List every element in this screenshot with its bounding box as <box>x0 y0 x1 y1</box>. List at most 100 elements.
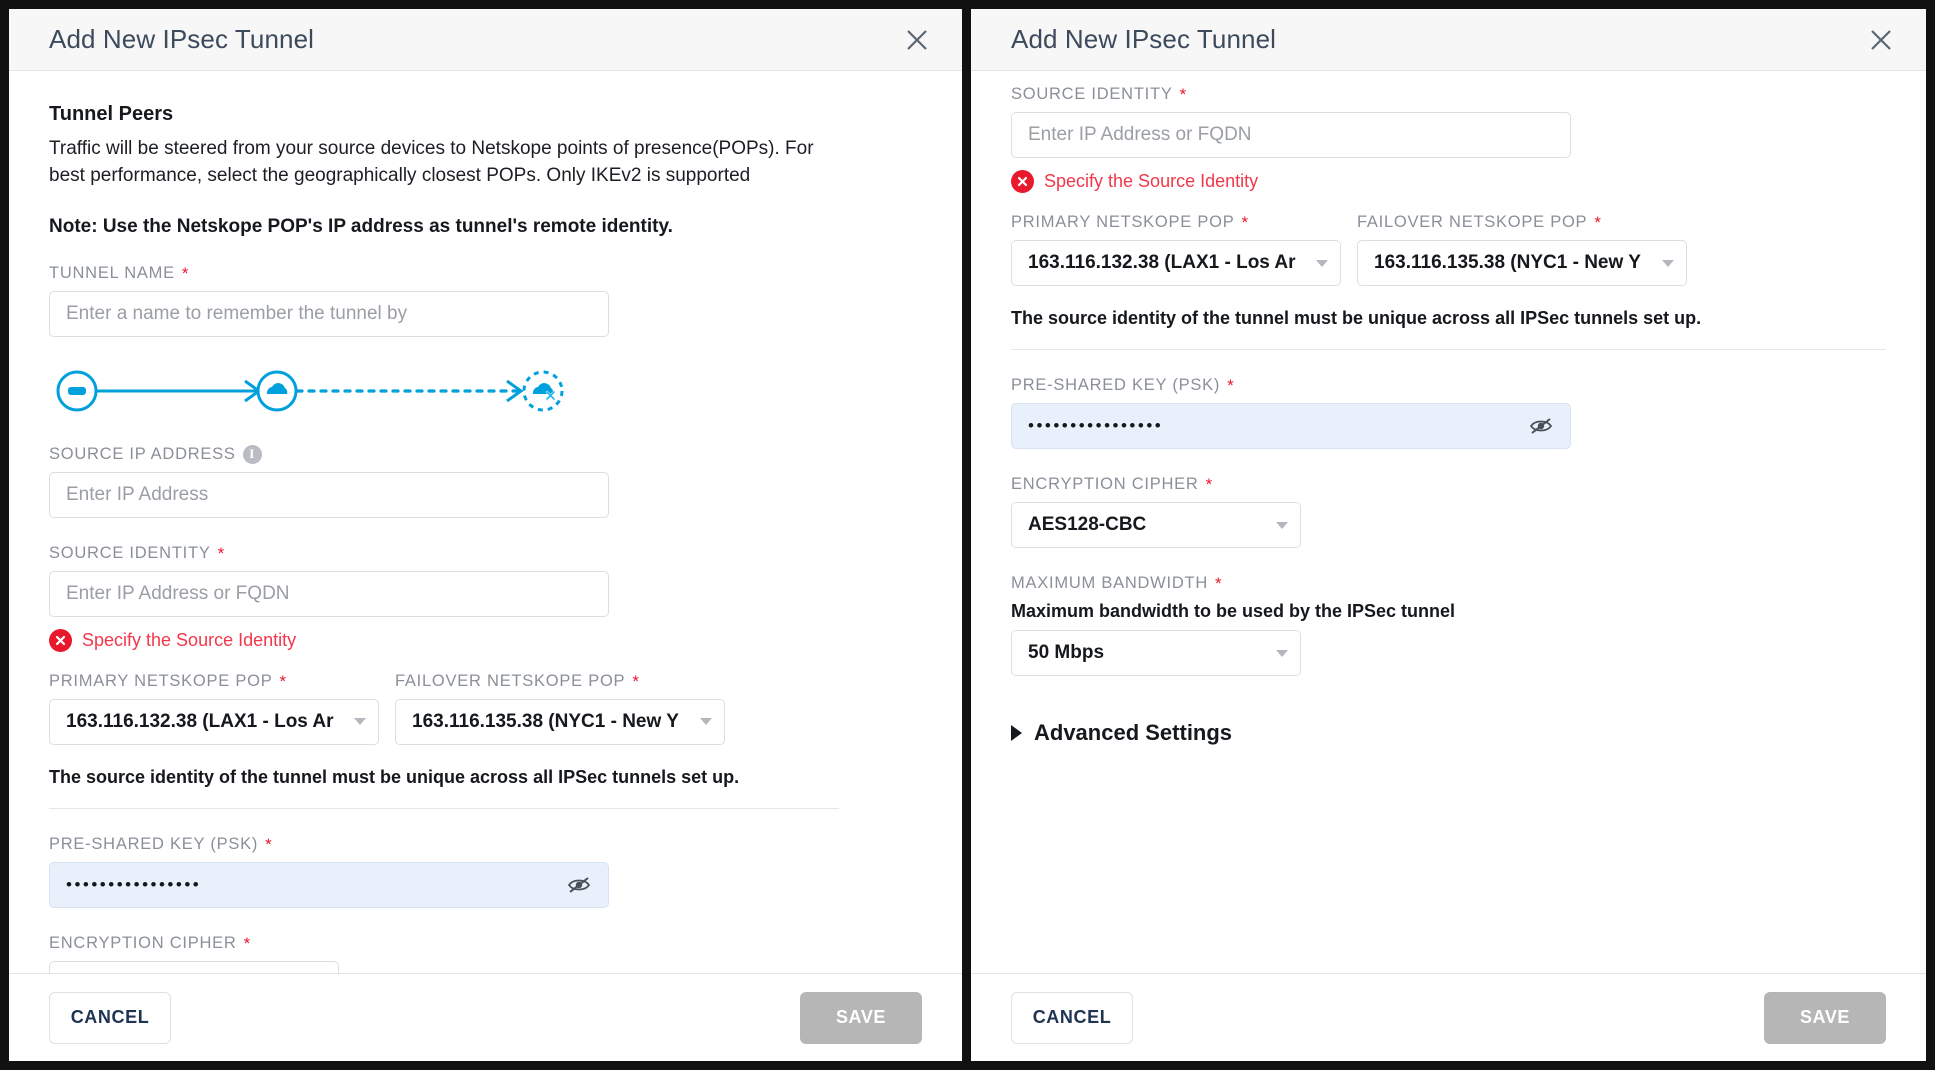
section-description: Traffic will be steered from your source… <box>49 138 814 186</box>
failover-pop-value: 163.116.135.38 (NYC1 - New Y <box>412 710 679 732</box>
chevron-down-icon <box>1316 259 1328 267</box>
field-psk: PRE-SHARED KEY (PSK) * •••••••••••••••• <box>1011 376 1886 449</box>
psk-masked-value: •••••••••••••••• <box>66 874 202 894</box>
required-asterisk: * <box>265 834 273 854</box>
cancel-button[interactable]: CANCEL <box>1011 991 1133 1044</box>
primary-pop-label-text: PRIMARY NETSKOPE POP <box>1011 213 1235 231</box>
primary-pop-select[interactable]: 163.116.132.38 (LAX1 - Los Ar <box>1011 240 1341 286</box>
tunnel-topology-diagram <box>49 363 922 419</box>
source-identity-input[interactable]: Enter IP Address or FQDN <box>49 570 609 617</box>
required-asterisk: * <box>1179 85 1187 104</box>
failover-pop-label: FAILOVER NETSKOPE POP * <box>1357 213 1687 232</box>
error-message: Specify the Source Identity <box>82 629 297 650</box>
chevron-down-icon <box>1662 259 1674 267</box>
unique-identity-note: The source identity of the tunnel must b… <box>49 766 740 787</box>
info-icon[interactable]: i <box>242 444 262 464</box>
primary-pop-label: PRIMARY NETSKOPE POP * <box>49 672 379 691</box>
advanced-settings-toggle[interactable]: Advanced Settings <box>1011 720 1886 746</box>
encryption-cipher-select[interactable]: AES128-CBC <box>1011 502 1301 548</box>
dialog-body-right[interactable]: TUNNEL NAME * Enter a name to remember t… <box>971 71 1926 973</box>
tunnel-name-label: TUNNEL NAME * <box>49 264 922 283</box>
ipsec-tunnel-dialog-right: Add New IPsec Tunnel TUNNEL NAME * Enter… <box>967 0 1935 1070</box>
close-icon[interactable] <box>1864 23 1898 57</box>
ipsec-tunnel-dialog-left: Add New IPsec Tunnel Tunnel Peers Traffi… <box>0 0 967 1070</box>
field-source-identity: SOURCE IDENTITY * Enter IP Address or FQ… <box>1011 85 1886 193</box>
field-tunnel-name: TUNNEL NAME * Enter a name to remember t… <box>49 264 922 337</box>
max-bandwidth-value: 50 Mbps <box>1028 642 1105 663</box>
required-asterisk: * <box>1227 376 1235 395</box>
encryption-cipher-label: ENCRYPTION CIPHER * <box>49 934 922 953</box>
dialog-title: Add New IPsec Tunnel <box>49 24 315 54</box>
source-ip-input[interactable]: Enter IP Address <box>49 471 609 518</box>
max-bandwidth-select[interactable]: 50 Mbps <box>1011 630 1301 676</box>
source-identity-error: Specify the Source Identity <box>1011 170 1886 193</box>
field-max-bandwidth: MAXIMUM BANDWIDTH * Maximum bandwidth to… <box>1011 574 1886 676</box>
encryption-cipher-label-text: ENCRYPTION CIPHER <box>1011 475 1199 493</box>
section-title-tunnel-peers: Tunnel Peers <box>49 103 174 125</box>
source-identity-label-text: SOURCE IDENTITY <box>49 543 211 562</box>
primary-pop-value: 163.116.132.38 (LAX1 - Los Ar <box>1028 252 1296 273</box>
save-button[interactable]: SAVE <box>800 991 922 1044</box>
max-bandwidth-label-text: MAXIMUM BANDWIDTH <box>1011 574 1208 592</box>
max-bandwidth-label: MAXIMUM BANDWIDTH * <box>1011 574 1886 593</box>
dialog-header-left: Add New IPsec Tunnel <box>9 9 962 71</box>
psk-label-text: PRE-SHARED KEY (PSK) <box>1011 376 1221 394</box>
failover-pop-value: 163.116.135.38 (NYC1 - New Y <box>1374 252 1641 273</box>
field-primary-pop: PRIMARY NETSKOPE POP * 163.116.132.38 (L… <box>1011 213 1341 286</box>
source-ip-label-text: SOURCE IP ADDRESS <box>49 444 236 463</box>
save-button[interactable]: SAVE <box>1764 991 1886 1044</box>
psk-input[interactable]: •••••••••••••••• <box>1011 403 1571 449</box>
primary-pop-select[interactable]: 163.116.132.38 (LAX1 - Los Ar <box>49 698 379 745</box>
primary-pop-label-text: PRIMARY NETSKOPE POP <box>49 671 273 690</box>
error-circle-x-icon <box>1011 170 1034 193</box>
encryption-cipher-select[interactable]: AES128-CBC <box>49 960 339 973</box>
close-icon[interactable] <box>900 23 934 57</box>
caret-right-icon <box>1011 725 1022 741</box>
dialog-footer-right: CANCEL SAVE <box>971 973 1926 1061</box>
max-bandwidth-description: Maximum bandwidth to be used by the IPSe… <box>1011 601 1456 621</box>
field-primary-pop: PRIMARY NETSKOPE POP * 163.116.132.38 (L… <box>49 672 379 745</box>
field-psk: PRE-SHARED KEY (PSK) * •••••••••••••••• <box>49 835 922 908</box>
screen: Add New IPsec Tunnel Tunnel Peers Traffi… <box>0 0 1935 1070</box>
tunnel-name-label-text: TUNNEL NAME <box>49 263 175 282</box>
encryption-cipher-label: ENCRYPTION CIPHER * <box>1011 475 1886 494</box>
field-encryption-cipher: ENCRYPTION CIPHER * AES128-CBC <box>49 934 922 973</box>
source-identity-label: SOURCE IDENTITY * <box>1011 85 1886 104</box>
required-asterisk: * <box>1215 574 1223 593</box>
field-encryption-cipher: ENCRYPTION CIPHER * AES128-CBC <box>1011 475 1886 548</box>
failover-pop-label-text: FAILOVER NETSKOPE POP <box>1357 213 1588 231</box>
eye-off-icon[interactable] <box>566 875 592 895</box>
encryption-cipher-label-text: ENCRYPTION CIPHER <box>49 933 237 952</box>
required-asterisk: * <box>1241 213 1249 232</box>
primary-pop-label: PRIMARY NETSKOPE POP * <box>1011 213 1341 232</box>
psk-label: PRE-SHARED KEY (PSK) * <box>1011 376 1886 395</box>
tunnel-name-input[interactable]: Enter a name to remember the tunnel by <box>49 290 609 337</box>
field-source-identity: SOURCE IDENTITY * Enter IP Address or FQ… <box>49 544 922 652</box>
source-ip-label: SOURCE IP ADDRESS i <box>49 444 922 464</box>
chevron-down-icon <box>354 718 366 726</box>
psk-label-text: PRE-SHARED KEY (PSK) <box>49 834 259 853</box>
unique-identity-note: The source identity of the tunnel must b… <box>1011 308 1702 328</box>
dialog-body-left[interactable]: Tunnel Peers Traffic will be steered fro… <box>9 71 962 973</box>
source-identity-error: Specify the Source Identity <box>49 628 922 652</box>
field-failover-pop: FAILOVER NETSKOPE POP * 163.116.135.38 (… <box>395 672 725 745</box>
psk-input[interactable]: •••••••••••••••• <box>49 861 609 908</box>
eye-off-icon[interactable] <box>1528 416 1554 436</box>
field-failover-pop: FAILOVER NETSKOPE POP * 163.116.135.38 (… <box>1357 213 1687 286</box>
failover-pop-label-text: FAILOVER NETSKOPE POP <box>395 671 626 690</box>
chevron-down-icon <box>1276 521 1288 529</box>
section-divider <box>49 807 839 809</box>
cancel-button[interactable]: CANCEL <box>49 991 171 1044</box>
dialog-footer-left: CANCEL SAVE <box>9 973 962 1061</box>
psk-masked-value: •••••••••••••••• <box>1028 416 1164 435</box>
required-asterisk: * <box>181 263 190 283</box>
chevron-down-icon <box>700 718 712 726</box>
pop-selector-row: PRIMARY NETSKOPE POP * 163.116.132.38 (L… <box>1011 213 1886 286</box>
failover-pop-select[interactable]: 163.116.135.38 (NYC1 - New Y <box>395 698 725 745</box>
required-asterisk: * <box>279 671 287 691</box>
failover-pop-select[interactable]: 163.116.135.38 (NYC1 - New Y <box>1357 240 1687 286</box>
required-asterisk: * <box>243 933 251 953</box>
source-identity-label-text: SOURCE IDENTITY <box>1011 85 1173 103</box>
required-asterisk: * <box>1205 475 1213 494</box>
source-identity-input[interactable]: Enter IP Address or FQDN <box>1011 112 1571 158</box>
